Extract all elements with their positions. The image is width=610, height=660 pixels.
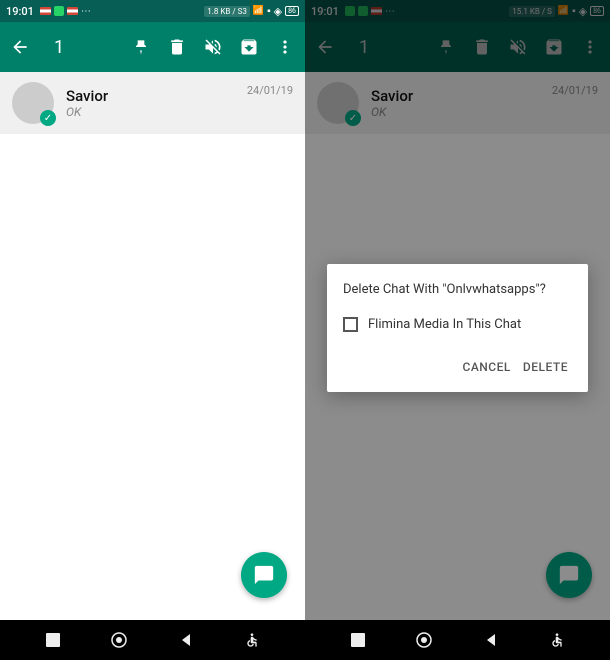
sim-icon: ▪ (267, 6, 271, 17)
back-button[interactable] (10, 37, 30, 57)
status-time: 19:01 (6, 5, 34, 18)
delete-media-label: Flimina Media In This Chat (368, 317, 521, 332)
signal-icon: 📶 (253, 6, 264, 16)
dialog-checkbox-row[interactable]: Flimina Media In This Chat (343, 317, 572, 332)
accessibility-button[interactable] (548, 631, 566, 649)
recents-button[interactable] (349, 631, 367, 649)
chat-date: 24/01/19 (247, 84, 293, 97)
delete-confirm-button[interactable]: DELETE (519, 354, 572, 380)
delete-media-checkbox[interactable] (343, 317, 358, 332)
selected-check-icon: ✓ (40, 110, 56, 126)
recents-button[interactable] (44, 631, 62, 649)
dialog-title: Delete Chat With "Onlvwhatsapps"? (343, 282, 572, 297)
gmail-icon (67, 7, 78, 15)
chat-list: ✓ Savior OK 24/01/19 (0, 72, 305, 620)
screen-left: 19:01 ⋯ 1.8 KB / S3 📶 ▪ ◈ 86 1 (0, 0, 305, 660)
system-nav-bar (305, 620, 610, 660)
mute-button[interactable] (203, 37, 223, 57)
status-bar: 19:01 ⋯ 1.8 KB / S3 📶 ▪ ◈ 86 (0, 0, 305, 22)
more-notifications-icon: ⋯ (81, 6, 90, 17)
status-right: 1.8 KB / S3 📶 ▪ ◈ 86 (204, 5, 299, 18)
data-rate: 1.8 KB / S3 (204, 6, 250, 17)
back-nav-button[interactable] (177, 631, 195, 649)
archive-button[interactable] (239, 37, 259, 57)
pin-button[interactable] (131, 37, 151, 57)
wifi-icon: ◈ (274, 5, 282, 18)
avatar-wrap[interactable]: ✓ (12, 82, 54, 124)
chat-preview: OK (66, 105, 235, 119)
more-button[interactable] (275, 37, 295, 57)
back-nav-button[interactable] (482, 631, 500, 649)
chat-info: Savior OK (66, 87, 235, 119)
system-nav-bar (0, 620, 305, 660)
delete-button[interactable] (167, 37, 187, 57)
chat-name: Savior (66, 87, 235, 105)
screen-right: 19:01 ⋯ 15.1 KB / S 📶 ▪ ◈ 86 1 (305, 0, 610, 660)
selection-count: 1 (54, 37, 64, 58)
gmail-icon (40, 7, 51, 15)
whatsapp-status-icon (54, 6, 64, 16)
status-left: 19:01 ⋯ (6, 5, 90, 18)
selection-action-bar: 1 (0, 22, 305, 72)
delete-chat-dialog: Delete Chat With "Onlvwhatsapps"? Flimin… (327, 264, 588, 392)
new-chat-fab[interactable] (241, 552, 287, 598)
battery-icon: 86 (285, 6, 299, 16)
cancel-button[interactable]: CANCEL (459, 354, 515, 380)
dialog-actions: CANCEL DELETE (343, 354, 572, 380)
accessibility-button[interactable] (243, 631, 261, 649)
chat-item[interactable]: ✓ Savior OK 24/01/19 (0, 72, 305, 134)
home-button[interactable] (415, 631, 433, 649)
home-button[interactable] (110, 631, 128, 649)
